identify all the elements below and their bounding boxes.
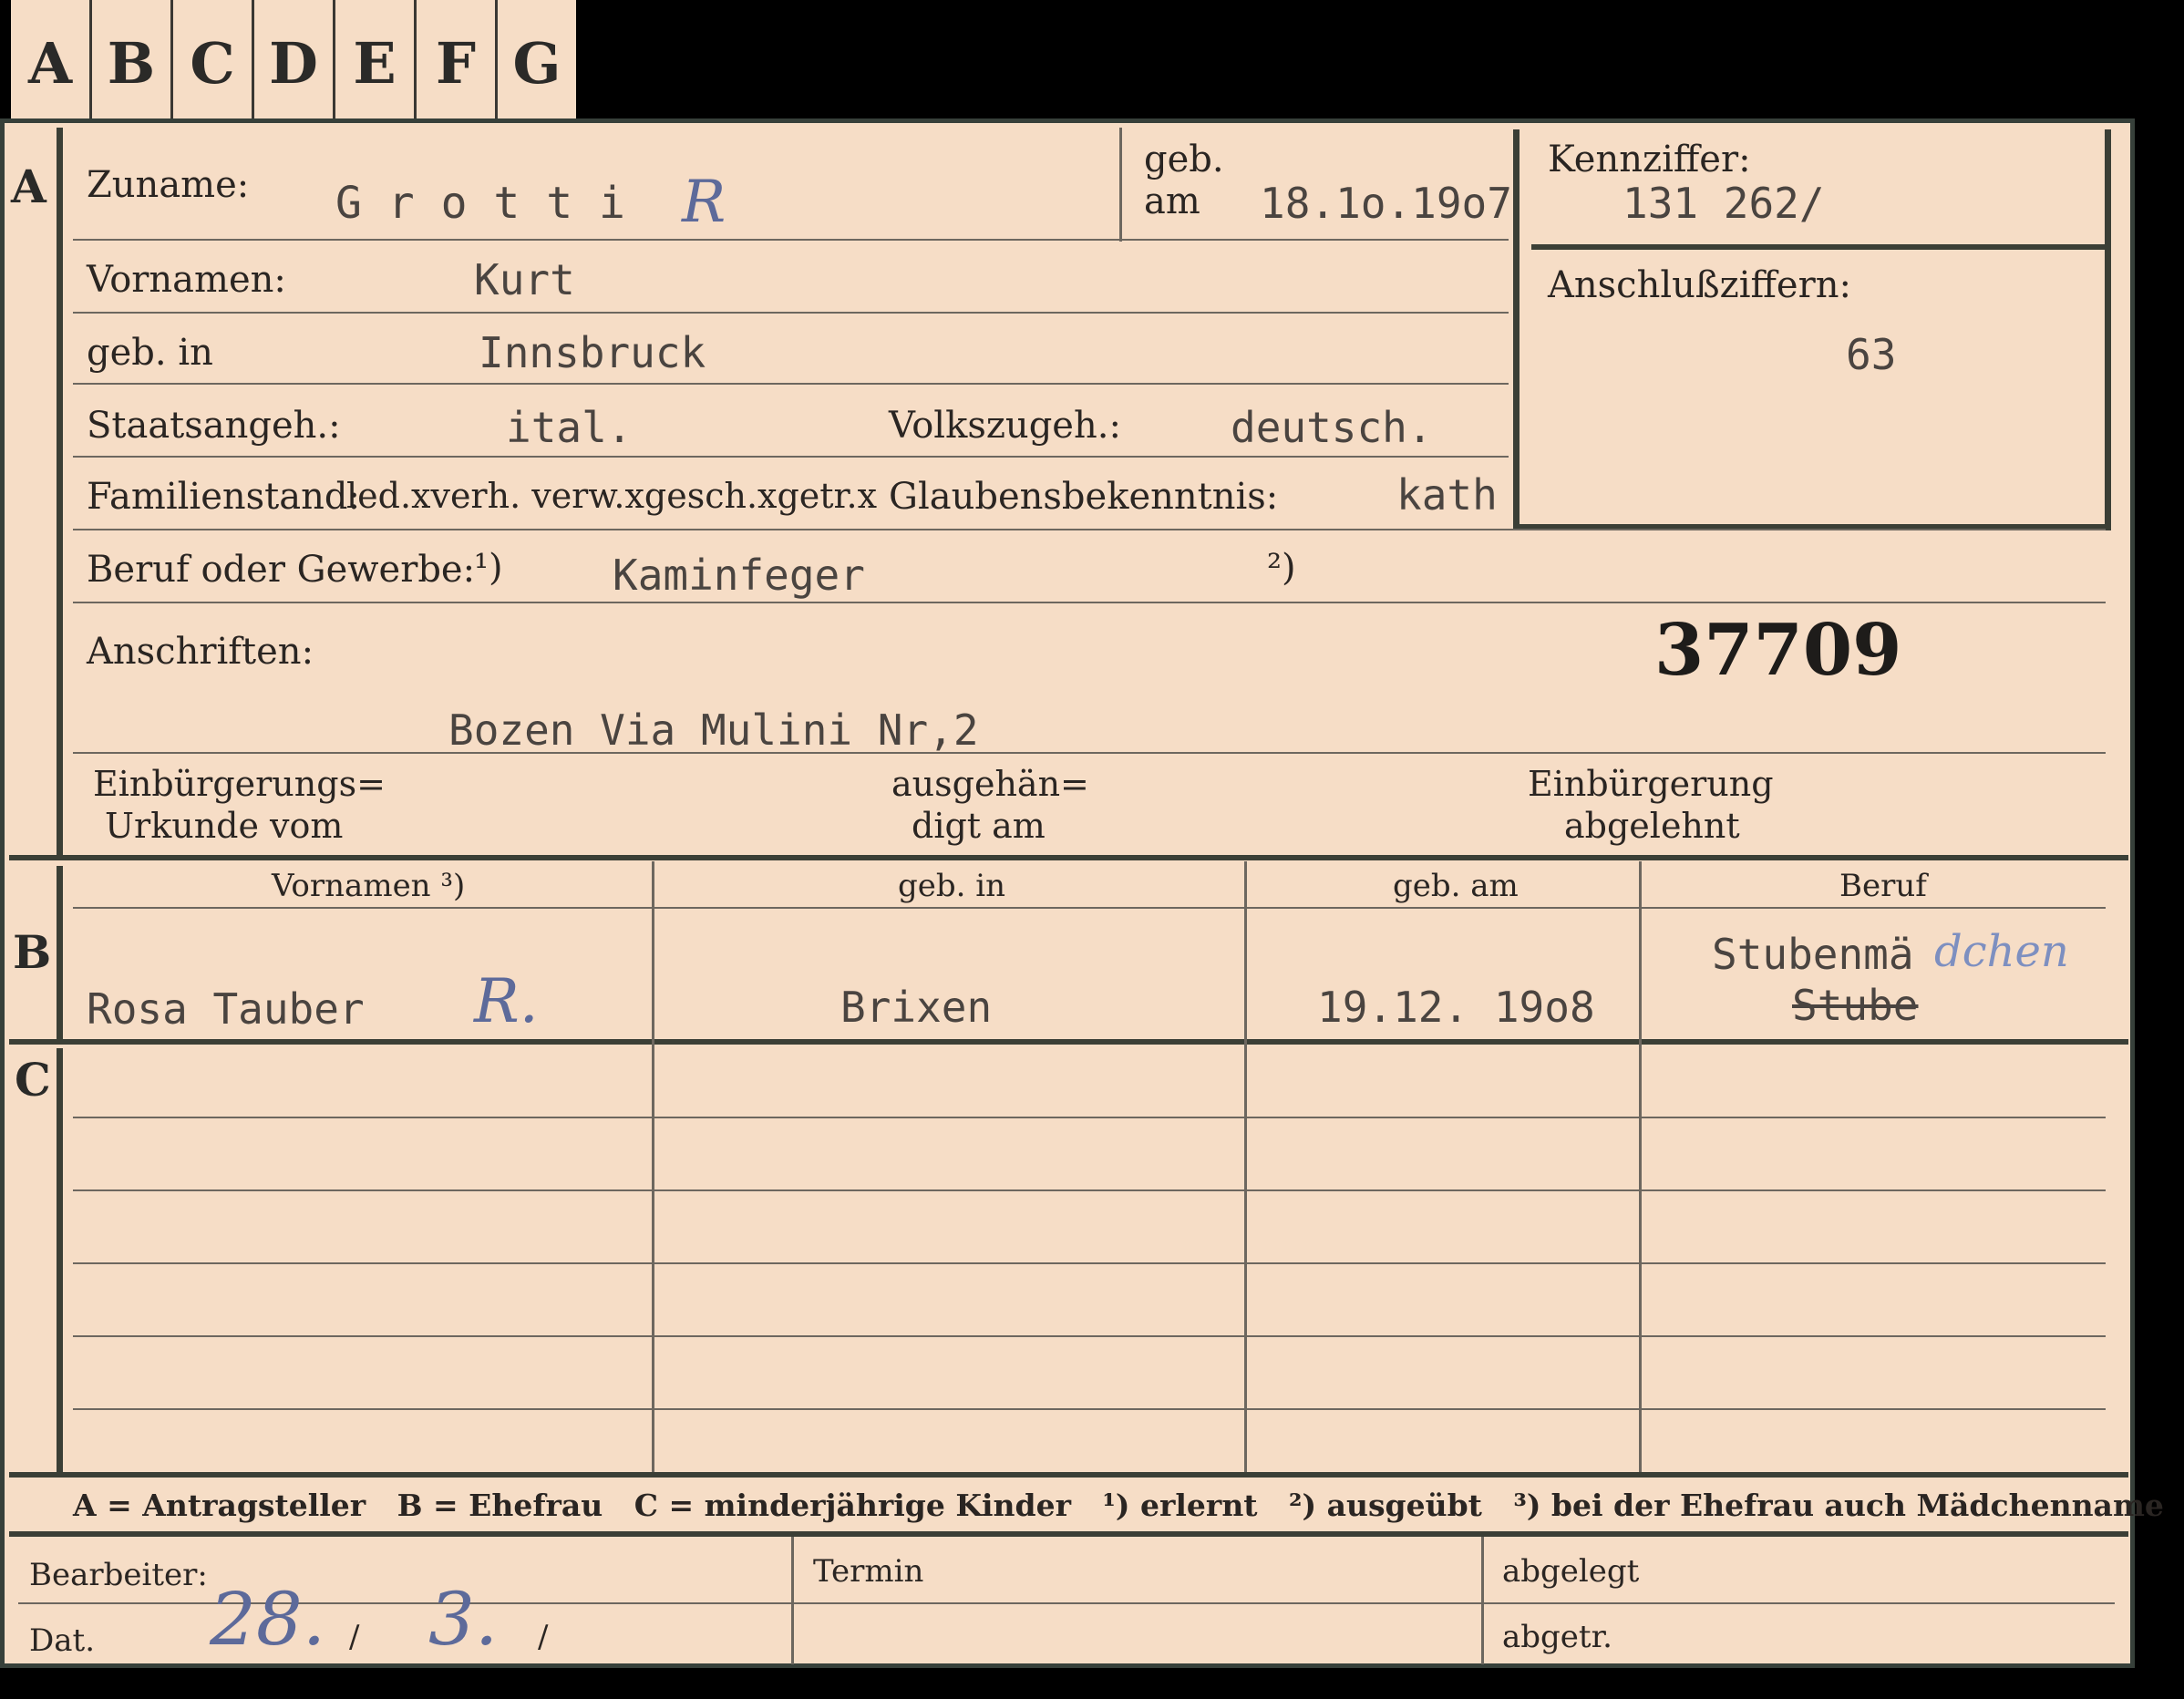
ehefrau-beruf-2: Stube bbox=[1792, 981, 1919, 1030]
section-b-rule bbox=[57, 866, 63, 1039]
abgelegt-label: abgelegt bbox=[1502, 1553, 1640, 1590]
kennziffer-divider bbox=[1531, 244, 2106, 250]
zuname-mark: R bbox=[682, 169, 726, 236]
rule bbox=[73, 1117, 2106, 1118]
section-a-rule bbox=[57, 128, 63, 857]
legend: A = Antragsteller B = Ehefrau C = minder… bbox=[73, 1488, 2164, 1523]
dat-sep-1: / bbox=[349, 1619, 360, 1655]
zuname-label: Zuname: bbox=[87, 164, 250, 206]
rule bbox=[73, 907, 2106, 909]
glauben-value: kath bbox=[1396, 470, 1498, 520]
section-divider bbox=[9, 855, 2128, 860]
dat-day: 28. bbox=[210, 1577, 326, 1662]
ehefrau-geb-am: 19.12. 19o8 bbox=[1317, 983, 1595, 1032]
ausgeh-label-2: digt am bbox=[912, 806, 1046, 846]
legend-divider bbox=[9, 1531, 2128, 1537]
rule bbox=[73, 529, 2106, 530]
tab-f: F bbox=[417, 0, 498, 126]
rule bbox=[73, 1335, 2106, 1337]
ausgeh-label-1: ausgehän= bbox=[891, 764, 1089, 804]
anschrift-value: Bozen Via Mulini Nr,2 bbox=[448, 705, 979, 755]
col-header-geb-in: geb. in bbox=[898, 868, 1006, 904]
tab-b: B bbox=[92, 0, 173, 126]
rule bbox=[18, 1602, 2115, 1604]
anschluss-label: Anschlußziffern: bbox=[1548, 264, 1851, 306]
einb-abgelehnt-label-1: Einbürgerung bbox=[1528, 764, 1774, 804]
geb-in-value: Innsbruck bbox=[479, 328, 706, 377]
dat-month: 3. bbox=[428, 1577, 499, 1662]
ehefrau-mark: R. bbox=[474, 966, 539, 1036]
einb-urkunde-label-1: Einbürgerungs= bbox=[93, 764, 386, 804]
rule bbox=[73, 752, 2106, 754]
einb-urkunde-label-2: Urkunde vom bbox=[105, 806, 344, 846]
geb-am-value: 18.1o.19o7 bbox=[1260, 179, 1512, 228]
familienstand-options: led.xverh. verw.xgesch.xgetr.x bbox=[346, 476, 878, 516]
termin-label: Termin bbox=[813, 1553, 924, 1590]
ehefrau-beruf-1: Stubenmä bbox=[1712, 930, 1914, 979]
glauben-label: Glaubensbekenntnis: bbox=[889, 476, 1279, 518]
section-c-marker: C bbox=[15, 1053, 51, 1107]
col-header-geb-am: geb. am bbox=[1393, 868, 1519, 904]
vornamen-label: Vornamen: bbox=[87, 259, 286, 301]
ehefrau-vornamen: Rosa Tauber bbox=[87, 984, 365, 1034]
rule bbox=[73, 1189, 2106, 1191]
beruf-value: Kaminfeger bbox=[613, 551, 865, 600]
tab-a: A bbox=[11, 0, 92, 126]
section-a-marker: A bbox=[11, 160, 46, 213]
beruf-footnote-2: ²) bbox=[1267, 547, 1296, 589]
footer-column-rule bbox=[791, 1537, 794, 1664]
beruf-label: Beruf oder Gewerbe: bbox=[87, 549, 476, 591]
geb-am-label-2: am bbox=[1144, 180, 1200, 222]
abgetr-label: abgetr. bbox=[1502, 1619, 1612, 1655]
zuname-value: G r o t t i bbox=[335, 178, 625, 229]
volkszugeh-value: deutsch. bbox=[1231, 403, 1433, 452]
rule bbox=[73, 456, 1509, 458]
section-b-marker: B bbox=[13, 925, 52, 979]
vornamen-value: Kurt bbox=[474, 255, 575, 304]
rule bbox=[73, 602, 2106, 603]
dat-label: Dat. bbox=[29, 1622, 96, 1659]
einb-abgelehnt-label-2: abgelehnt bbox=[1564, 806, 1740, 846]
geb-am-label-1: geb. bbox=[1144, 139, 1224, 180]
kennziffer-label: Kennziffer: bbox=[1548, 139, 1751, 180]
col-header-vornamen: Vornamen ³) bbox=[272, 868, 466, 904]
beruf-footnote-1: ¹) bbox=[474, 547, 503, 589]
rule bbox=[73, 1408, 2106, 1410]
section-c-rule bbox=[57, 1048, 63, 1477]
section-divider bbox=[9, 1472, 2128, 1478]
geb-in-label: geb. in bbox=[87, 332, 213, 374]
column-rule bbox=[652, 861, 654, 1472]
divider bbox=[1119, 128, 1122, 242]
col-header-beruf: Beruf bbox=[1839, 868, 1927, 904]
anschluss-value: 63 bbox=[1846, 330, 1897, 379]
section-divider bbox=[9, 1039, 2128, 1045]
bearbeiter-label: Bearbeiter: bbox=[29, 1557, 208, 1593]
rule bbox=[73, 312, 1509, 314]
ehefrau-geb-in: Brixen bbox=[840, 983, 993, 1032]
tab-c: C bbox=[173, 0, 254, 126]
rule bbox=[73, 239, 1509, 241]
rule bbox=[73, 383, 1509, 385]
staatsangeh-label: Staatsangeh.: bbox=[87, 405, 341, 447]
footer-column-rule bbox=[1481, 1537, 1484, 1664]
tab-d: D bbox=[254, 0, 335, 126]
rule bbox=[73, 1262, 2106, 1264]
dat-sep-2: / bbox=[538, 1619, 549, 1655]
familienstand-label: Familienstand: bbox=[87, 476, 360, 518]
volkszugeh-label: Volkszugeh.: bbox=[889, 405, 1121, 447]
anschriften-label: Anschriften: bbox=[87, 631, 314, 673]
kennziffer-value: 131 262/ bbox=[1623, 179, 1825, 228]
ehefrau-beruf-handwritten: dchen bbox=[1934, 926, 2069, 977]
tab-g: G bbox=[512, 29, 561, 97]
tab-e: E bbox=[335, 0, 417, 126]
column-rule bbox=[1244, 861, 1247, 1472]
card-number: 37709 bbox=[1654, 609, 1902, 692]
column-rule bbox=[1639, 861, 1642, 1472]
staatsangeh-value: ital. bbox=[506, 403, 633, 452]
letter-tabs: A B C D E F G bbox=[11, 0, 576, 126]
